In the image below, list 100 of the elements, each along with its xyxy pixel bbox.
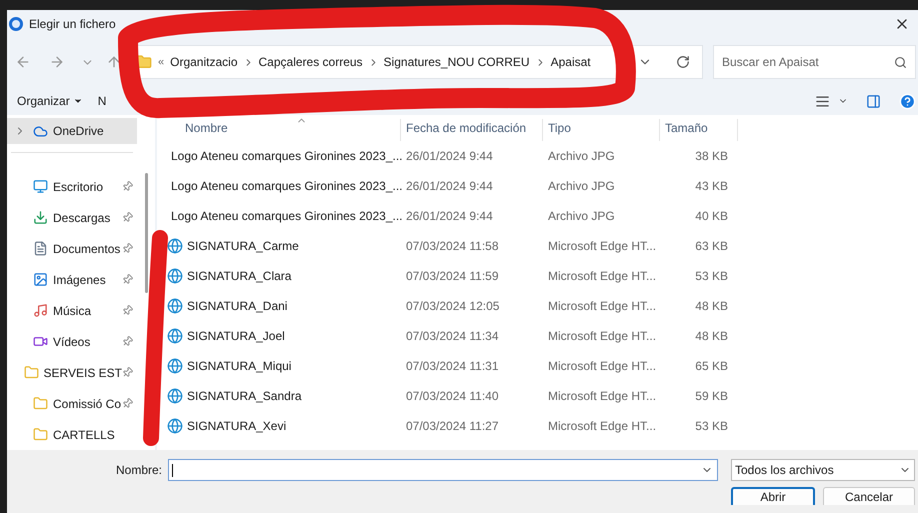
file-name: Logo Ateneu comarques Gironines 2023_... <box>171 178 402 195</box>
file-date: 26/01/2024 9:44 <box>405 208 494 225</box>
column-header[interactable]: Tipo <box>543 119 660 141</box>
sidebar-item[interactable]: Imágenes <box>7 264 137 295</box>
music-note-icon <box>33 303 48 318</box>
file-type: Microsoft Edge HT... <box>547 418 658 435</box>
file-name: SIGNATURA_Sandra <box>187 388 302 405</box>
file-type: Microsoft Edge HT... <box>547 238 658 255</box>
column-header[interactable]: Nombre <box>157 119 401 141</box>
sidebar-label: Descargas <box>53 210 112 226</box>
overflow-chevrons[interactable]: « <box>158 54 164 70</box>
file-name: SIGNATURA_Xevi <box>187 418 286 435</box>
monitor-icon <box>33 179 48 194</box>
file-row[interactable]: SIGNATURA_Sandra 07/03/2024 11:40 Microsoft Edge HT... 59 KB <box>157 381 918 411</box>
refresh-icon[interactable] <box>676 55 690 69</box>
file-type: Microsoft Edge HT... <box>547 388 658 405</box>
video-icon <box>33 334 48 349</box>
file-size: 40 KB <box>694 208 728 225</box>
file-name: Logo Ateneu comarques Gironines 2023_... <box>171 148 402 165</box>
dialog-button[interactable]: Cancelar <box>823 487 915 505</box>
globe-file-icon <box>167 298 183 314</box>
breadcrumb[interactable]: Apaisat <box>550 53 591 71</box>
search-placeholder: Buscar en Apaisat <box>722 54 820 71</box>
dialog-button[interactable]: Abrir <box>731 487 815 505</box>
file-type-select[interactable]: Todos los archivos <box>731 459 915 481</box>
sidebar-label: Música <box>53 302 92 320</box>
globe-file-icon <box>167 418 183 434</box>
file-name: SIGNATURA_Miqui <box>187 358 292 375</box>
sidebar-label: Vídeos <box>53 334 92 350</box>
sidebar-item[interactable]: Comissió Co <box>7 388 137 419</box>
organize-button[interactable]: Organizar <box>17 92 83 110</box>
folder-icon <box>24 365 39 380</box>
sidebar-item[interactable]: Música <box>7 295 137 326</box>
filename-label: Nombre: <box>116 462 164 479</box>
help-icon[interactable] <box>899 92 916 110</box>
window-title: Elegir un fichero <box>29 16 116 32</box>
file-row[interactable]: SIGNATURA_Xevi 07/03/2024 11:27 Microsoft Edge HT... 53 KB <box>157 411 918 441</box>
sidebar-label: OneDrive <box>53 123 105 140</box>
sidebar-item[interactable]: OneDrive <box>7 118 137 144</box>
sidebar-item[interactable]: Descargas <box>7 202 137 233</box>
file-date: 26/01/2024 9:44 <box>405 148 494 165</box>
sidebar-label: SERVEIS EST <box>44 364 122 382</box>
file-size: 43 KB <box>694 178 728 195</box>
column-header[interactable]: Fecha de modificación <box>401 119 543 141</box>
document-icon <box>33 241 48 256</box>
sidebar-label: Imágenes <box>53 272 107 288</box>
file-row[interactable]: Logo Ateneu comarques Gironines 2023_... 26/01/2024 9:44 Archivo JPG 38 KB <box>157 141 918 171</box>
file-date: 07/03/2024 11:40 <box>405 388 500 405</box>
sidebar-label: CARTELLS <box>53 426 116 444</box>
file-row[interactable]: SIGNATURA_Dani 07/03/2024 12:05 Microsoft Edge HT... 48 KB <box>157 291 918 321</box>
sidebar-item[interactable]: Escritorio <box>7 171 137 202</box>
file-date: 07/03/2024 11:31 <box>405 358 500 375</box>
search-field[interactable]: Buscar en Apaisat <box>713 45 916 79</box>
sidebar-item[interactable]: Vídeos <box>7 326 137 357</box>
filename-input[interactable] <box>168 459 718 481</box>
cloud-icon <box>33 124 48 139</box>
file-row[interactable]: SIGNATURA_Miqui 07/03/2024 11:31 Microsoft Edge HT... 65 KB <box>157 351 918 381</box>
file-type: Archivo JPG <box>547 148 616 165</box>
file-row[interactable]: SIGNATURA_Joel 07/03/2024 11:34 Microsoft Edge HT... 48 KB <box>157 321 918 351</box>
file-date: 07/03/2024 11:27 <box>405 418 500 435</box>
sidebar-item[interactable]: CARTELLS <box>7 419 137 450</box>
file-type: Archivo JPG <box>547 208 616 225</box>
file-date: 07/03/2024 12:05 <box>405 298 500 315</box>
globe-file-icon <box>167 238 183 254</box>
sidebar-label: Comissió Co <box>53 396 122 412</box>
breadcrumb[interactable]: Capçaleres correus <box>258 53 363 71</box>
file-type: Microsoft Edge HT... <box>547 328 658 345</box>
file-name: SIGNATURA_Dani <box>187 298 288 315</box>
globe-file-icon <box>167 328 183 344</box>
globe-file-icon <box>167 268 183 284</box>
globe-file-icon <box>167 388 183 404</box>
file-type: Archivo JPG <box>547 178 616 195</box>
file-date: 07/03/2024 11:34 <box>405 328 500 345</box>
file-row[interactable]: SIGNATURA_Carme 07/03/2024 11:58 Microsoft Edge HT... 63 KB <box>157 231 918 261</box>
breadcrumb[interactable]: Organitzacio <box>170 53 238 71</box>
file-date: 07/03/2024 11:59 <box>405 268 500 285</box>
app-logo-icon <box>9 16 23 30</box>
breadcrumb[interactable]: Signatures_NOU CORREU <box>384 53 530 71</box>
file-name: Logo Ateneu comarques Gironines 2023_... <box>171 208 402 225</box>
file-row[interactable]: Logo Ateneu comarques Gironines 2023_... 26/01/2024 9:44 Archivo JPG 43 KB <box>157 171 918 201</box>
file-type-value: Todos los archivos <box>735 462 835 479</box>
sidebar-label: Escritorio <box>53 178 104 196</box>
scrollbar-thumb[interactable] <box>144 173 148 293</box>
file-name: SIGNATURA_Joel <box>187 328 285 345</box>
search-icon[interactable] <box>894 56 907 68</box>
sidebar-item[interactable]: Documentos <box>7 233 137 264</box>
file-name: SIGNATURA_Clara <box>187 268 292 285</box>
file-row[interactable]: SIGNATURA_Clara 07/03/2024 11:59 Microsoft Edge HT... 53 KB <box>157 261 918 291</box>
file-size: 65 KB <box>694 358 728 375</box>
new-folder-button[interactable]: N <box>98 92 106 110</box>
file-name: SIGNATURA_Carme <box>187 238 299 255</box>
view-list-icon[interactable] <box>815 94 830 108</box>
column-header[interactable]: Tamaño <box>660 119 738 141</box>
file-type: Microsoft Edge HT... <box>547 358 658 375</box>
sidebar-item[interactable]: SERVEIS EST <box>7 357 137 388</box>
file-row[interactable]: Logo Ateneu comarques Gironines 2023_... 26/01/2024 9:44 Archivo JPG 40 KB <box>157 201 918 231</box>
file-size: 48 KB <box>694 328 728 345</box>
preview-pane-icon[interactable] <box>866 94 881 108</box>
file-date: 26/01/2024 9:44 <box>405 178 494 195</box>
globe-file-icon <box>167 358 183 374</box>
